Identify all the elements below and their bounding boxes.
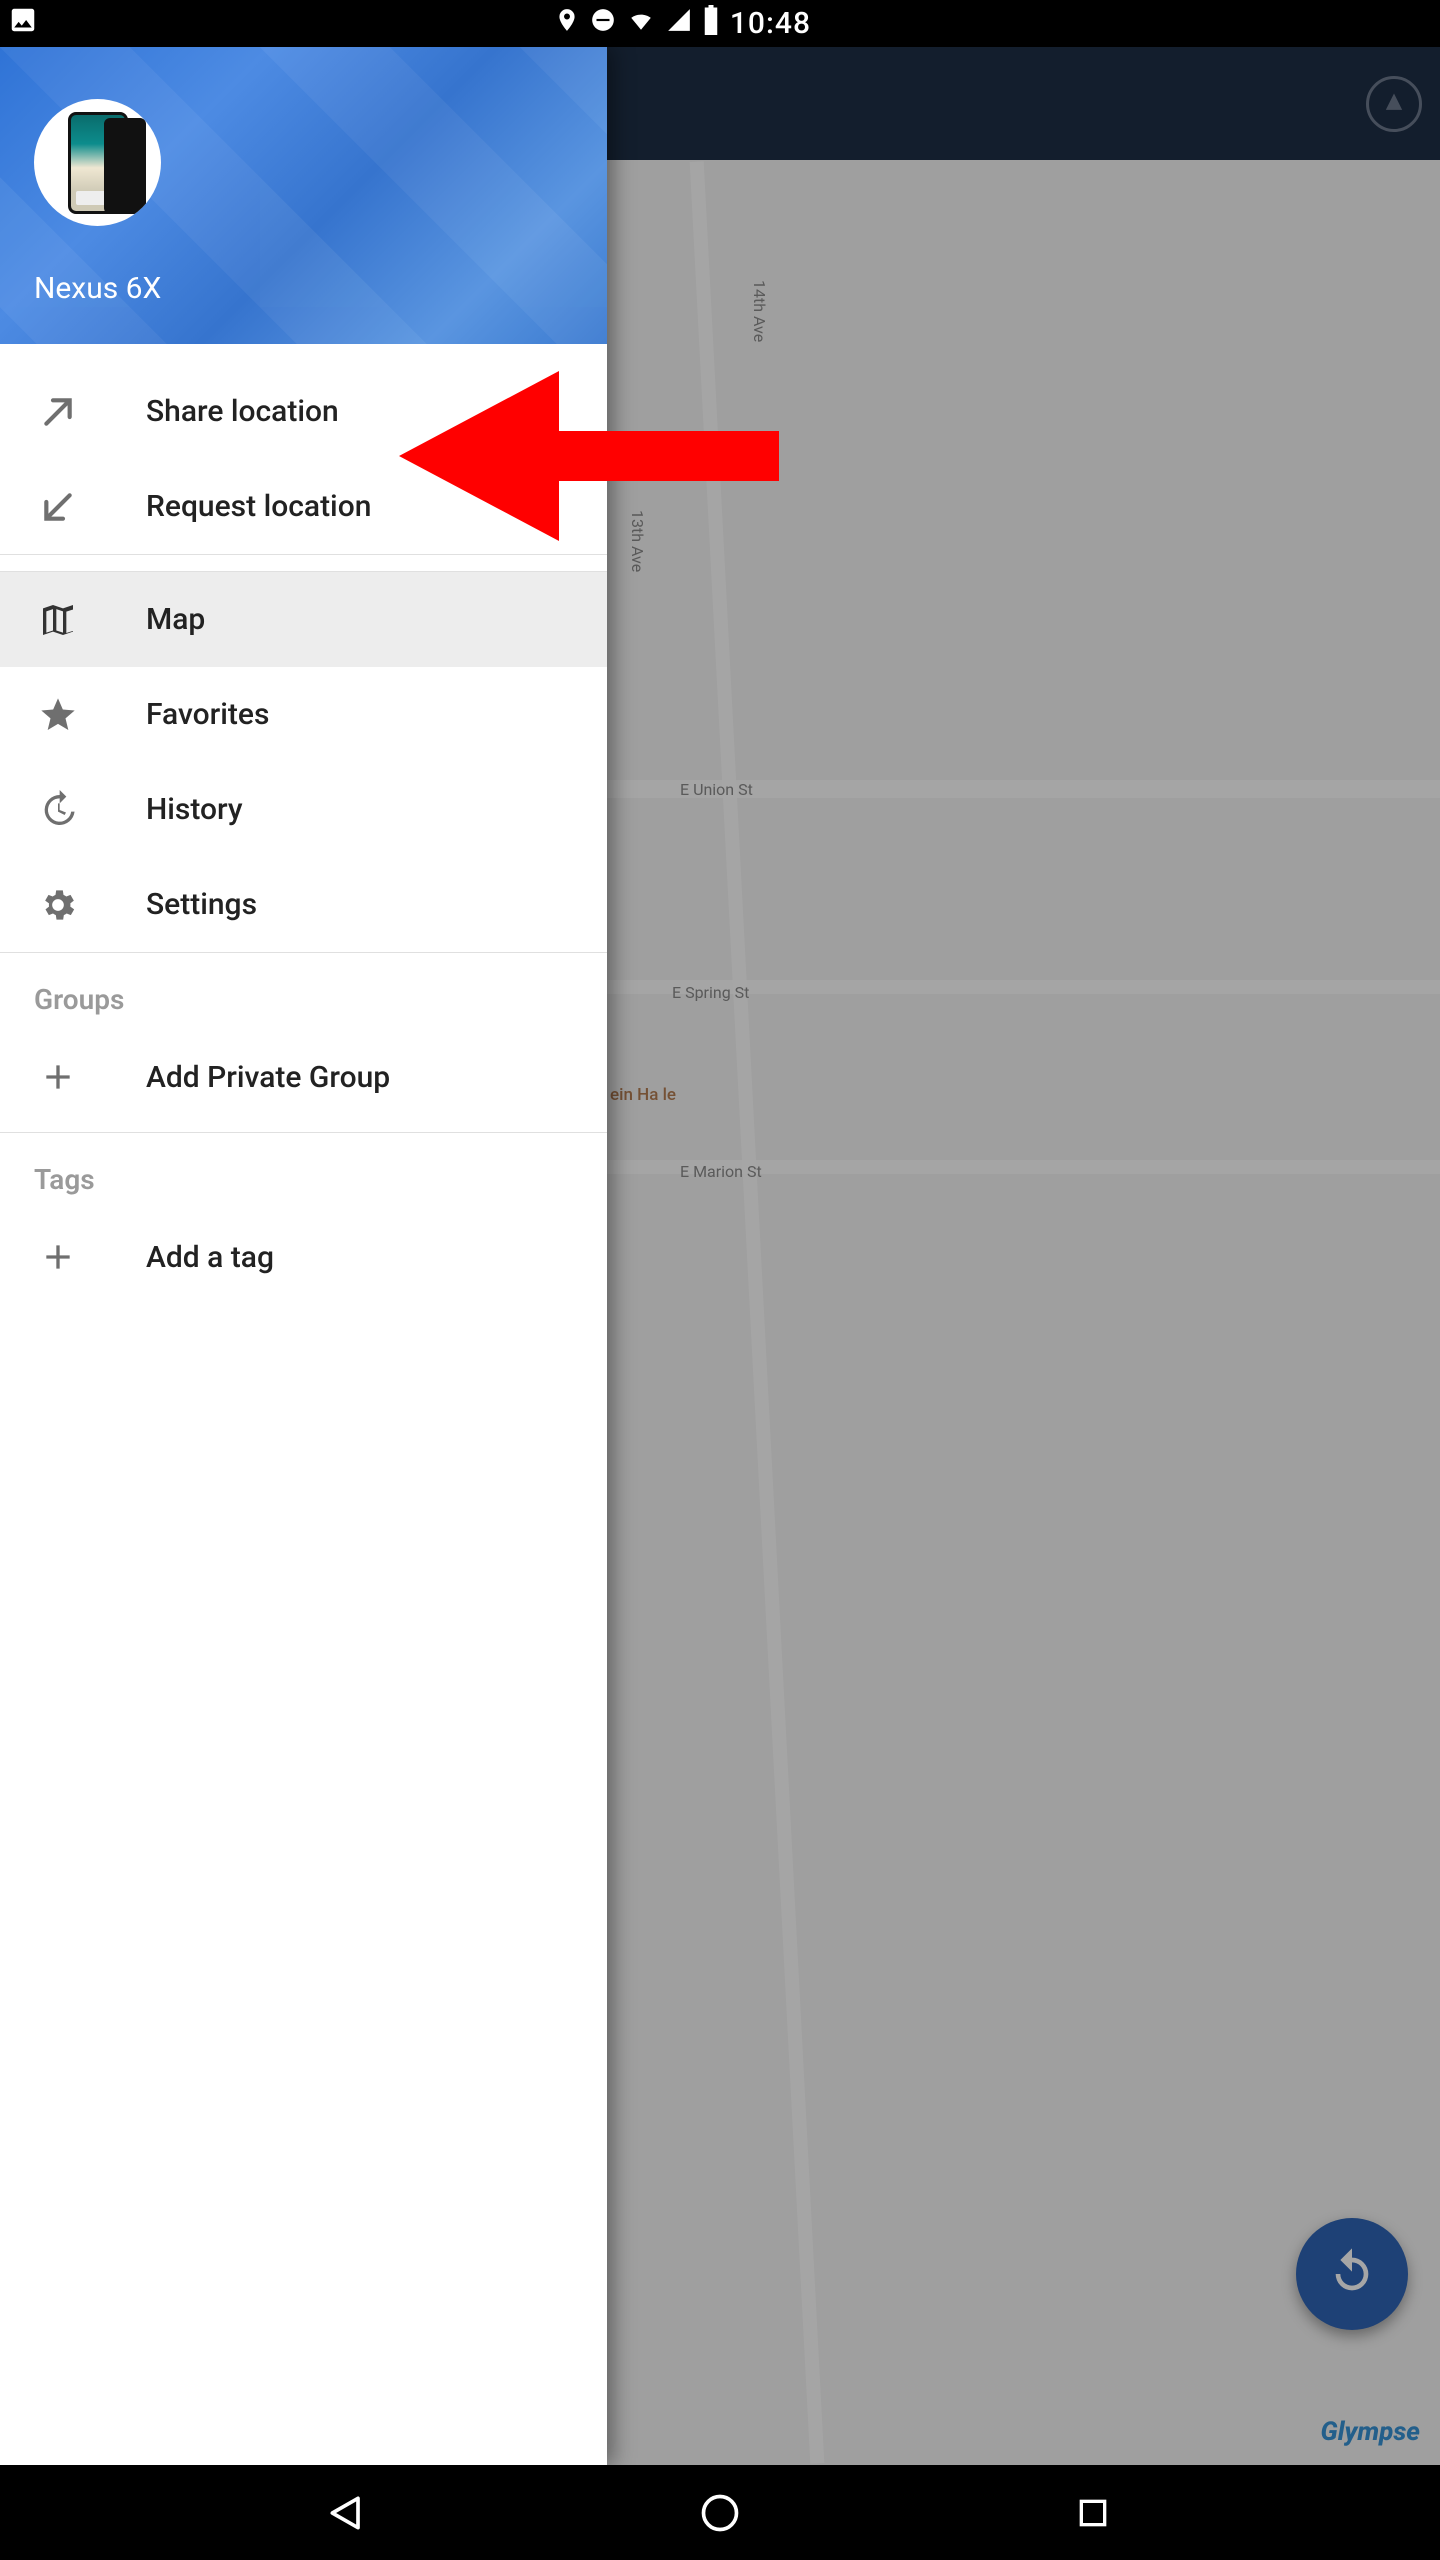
sidebar-item-label: Request location xyxy=(146,489,371,524)
section-header-groups: Groups xyxy=(0,953,607,1034)
drawer-list: Share location Request location Map Favo… xyxy=(0,344,607,2465)
sidebar-item-add-tag[interactable]: Add a tag xyxy=(0,1214,607,1300)
sidebar-item-add-private-group[interactable]: Add Private Group xyxy=(0,1034,607,1120)
sidebar-item-history[interactable]: History xyxy=(0,762,607,857)
status-clock: 10:48 xyxy=(730,6,811,41)
plus-icon xyxy=(30,1049,86,1105)
gear-icon xyxy=(30,877,86,933)
recents-button[interactable] xyxy=(1067,2487,1119,2539)
section-header-tags: Tags xyxy=(0,1133,607,1214)
sidebar-item-label: Share location xyxy=(146,394,339,429)
sidebar-item-favorites[interactable]: Favorites xyxy=(0,667,607,762)
sidebar-item-label: Add Private Group xyxy=(146,1060,390,1095)
dnd-icon xyxy=(590,7,616,40)
wifi-icon xyxy=(626,7,656,40)
sidebar-item-label: Favorites xyxy=(146,697,269,732)
drawer-header[interactable]: Nexus 6X xyxy=(0,47,607,344)
navigation-drawer: Nexus 6X Share location Request location… xyxy=(0,47,607,2465)
sidebar-item-share-location[interactable]: Share location xyxy=(0,364,607,459)
request-in-icon xyxy=(30,479,86,535)
home-button[interactable] xyxy=(694,2487,746,2539)
share-out-icon xyxy=(30,384,86,440)
location-icon xyxy=(554,7,580,40)
device-name: Nexus 6X xyxy=(34,271,161,306)
battery-icon xyxy=(702,5,720,42)
sidebar-item-map[interactable]: Map xyxy=(0,572,607,667)
sidebar-item-request-location[interactable]: Request location xyxy=(0,459,607,554)
avatar[interactable] xyxy=(34,99,161,226)
plus-icon xyxy=(30,1229,86,1285)
sidebar-item-label: History xyxy=(146,792,243,827)
sidebar-item-label: Settings xyxy=(146,887,257,922)
divider xyxy=(0,554,607,572)
android-nav-bar xyxy=(0,2465,1440,2560)
sidebar-item-label: Map xyxy=(146,602,205,637)
sidebar-item-settings[interactable]: Settings xyxy=(0,857,607,952)
map-icon xyxy=(30,592,86,648)
sidebar-item-label: Add a tag xyxy=(146,1240,274,1275)
picture-notification-icon xyxy=(8,5,38,42)
history-icon xyxy=(30,782,86,838)
cell-signal-icon xyxy=(666,7,692,40)
status-bar: 10:48 xyxy=(0,0,819,47)
star-icon xyxy=(30,687,86,743)
back-button[interactable] xyxy=(321,2487,373,2539)
